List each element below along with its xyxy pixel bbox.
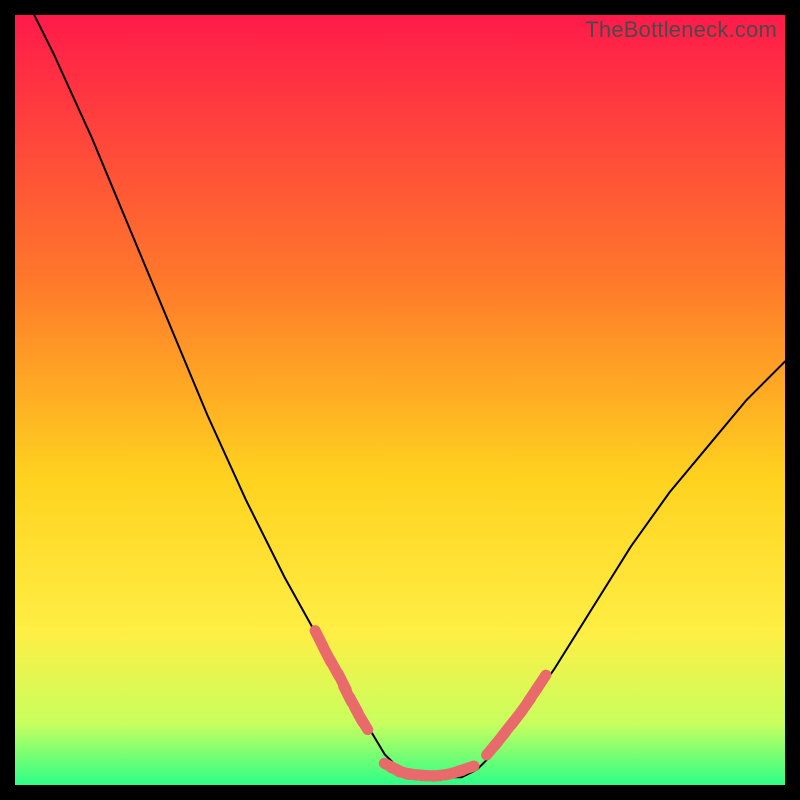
bottleneck-chart [15,15,785,785]
chart-frame: TheBottleneck.com [0,0,800,800]
plot-area: TheBottleneck.com [15,15,785,785]
gradient-background [15,15,785,785]
watermark-text: TheBottleneck.com [585,17,777,43]
data-marker [457,766,474,772]
